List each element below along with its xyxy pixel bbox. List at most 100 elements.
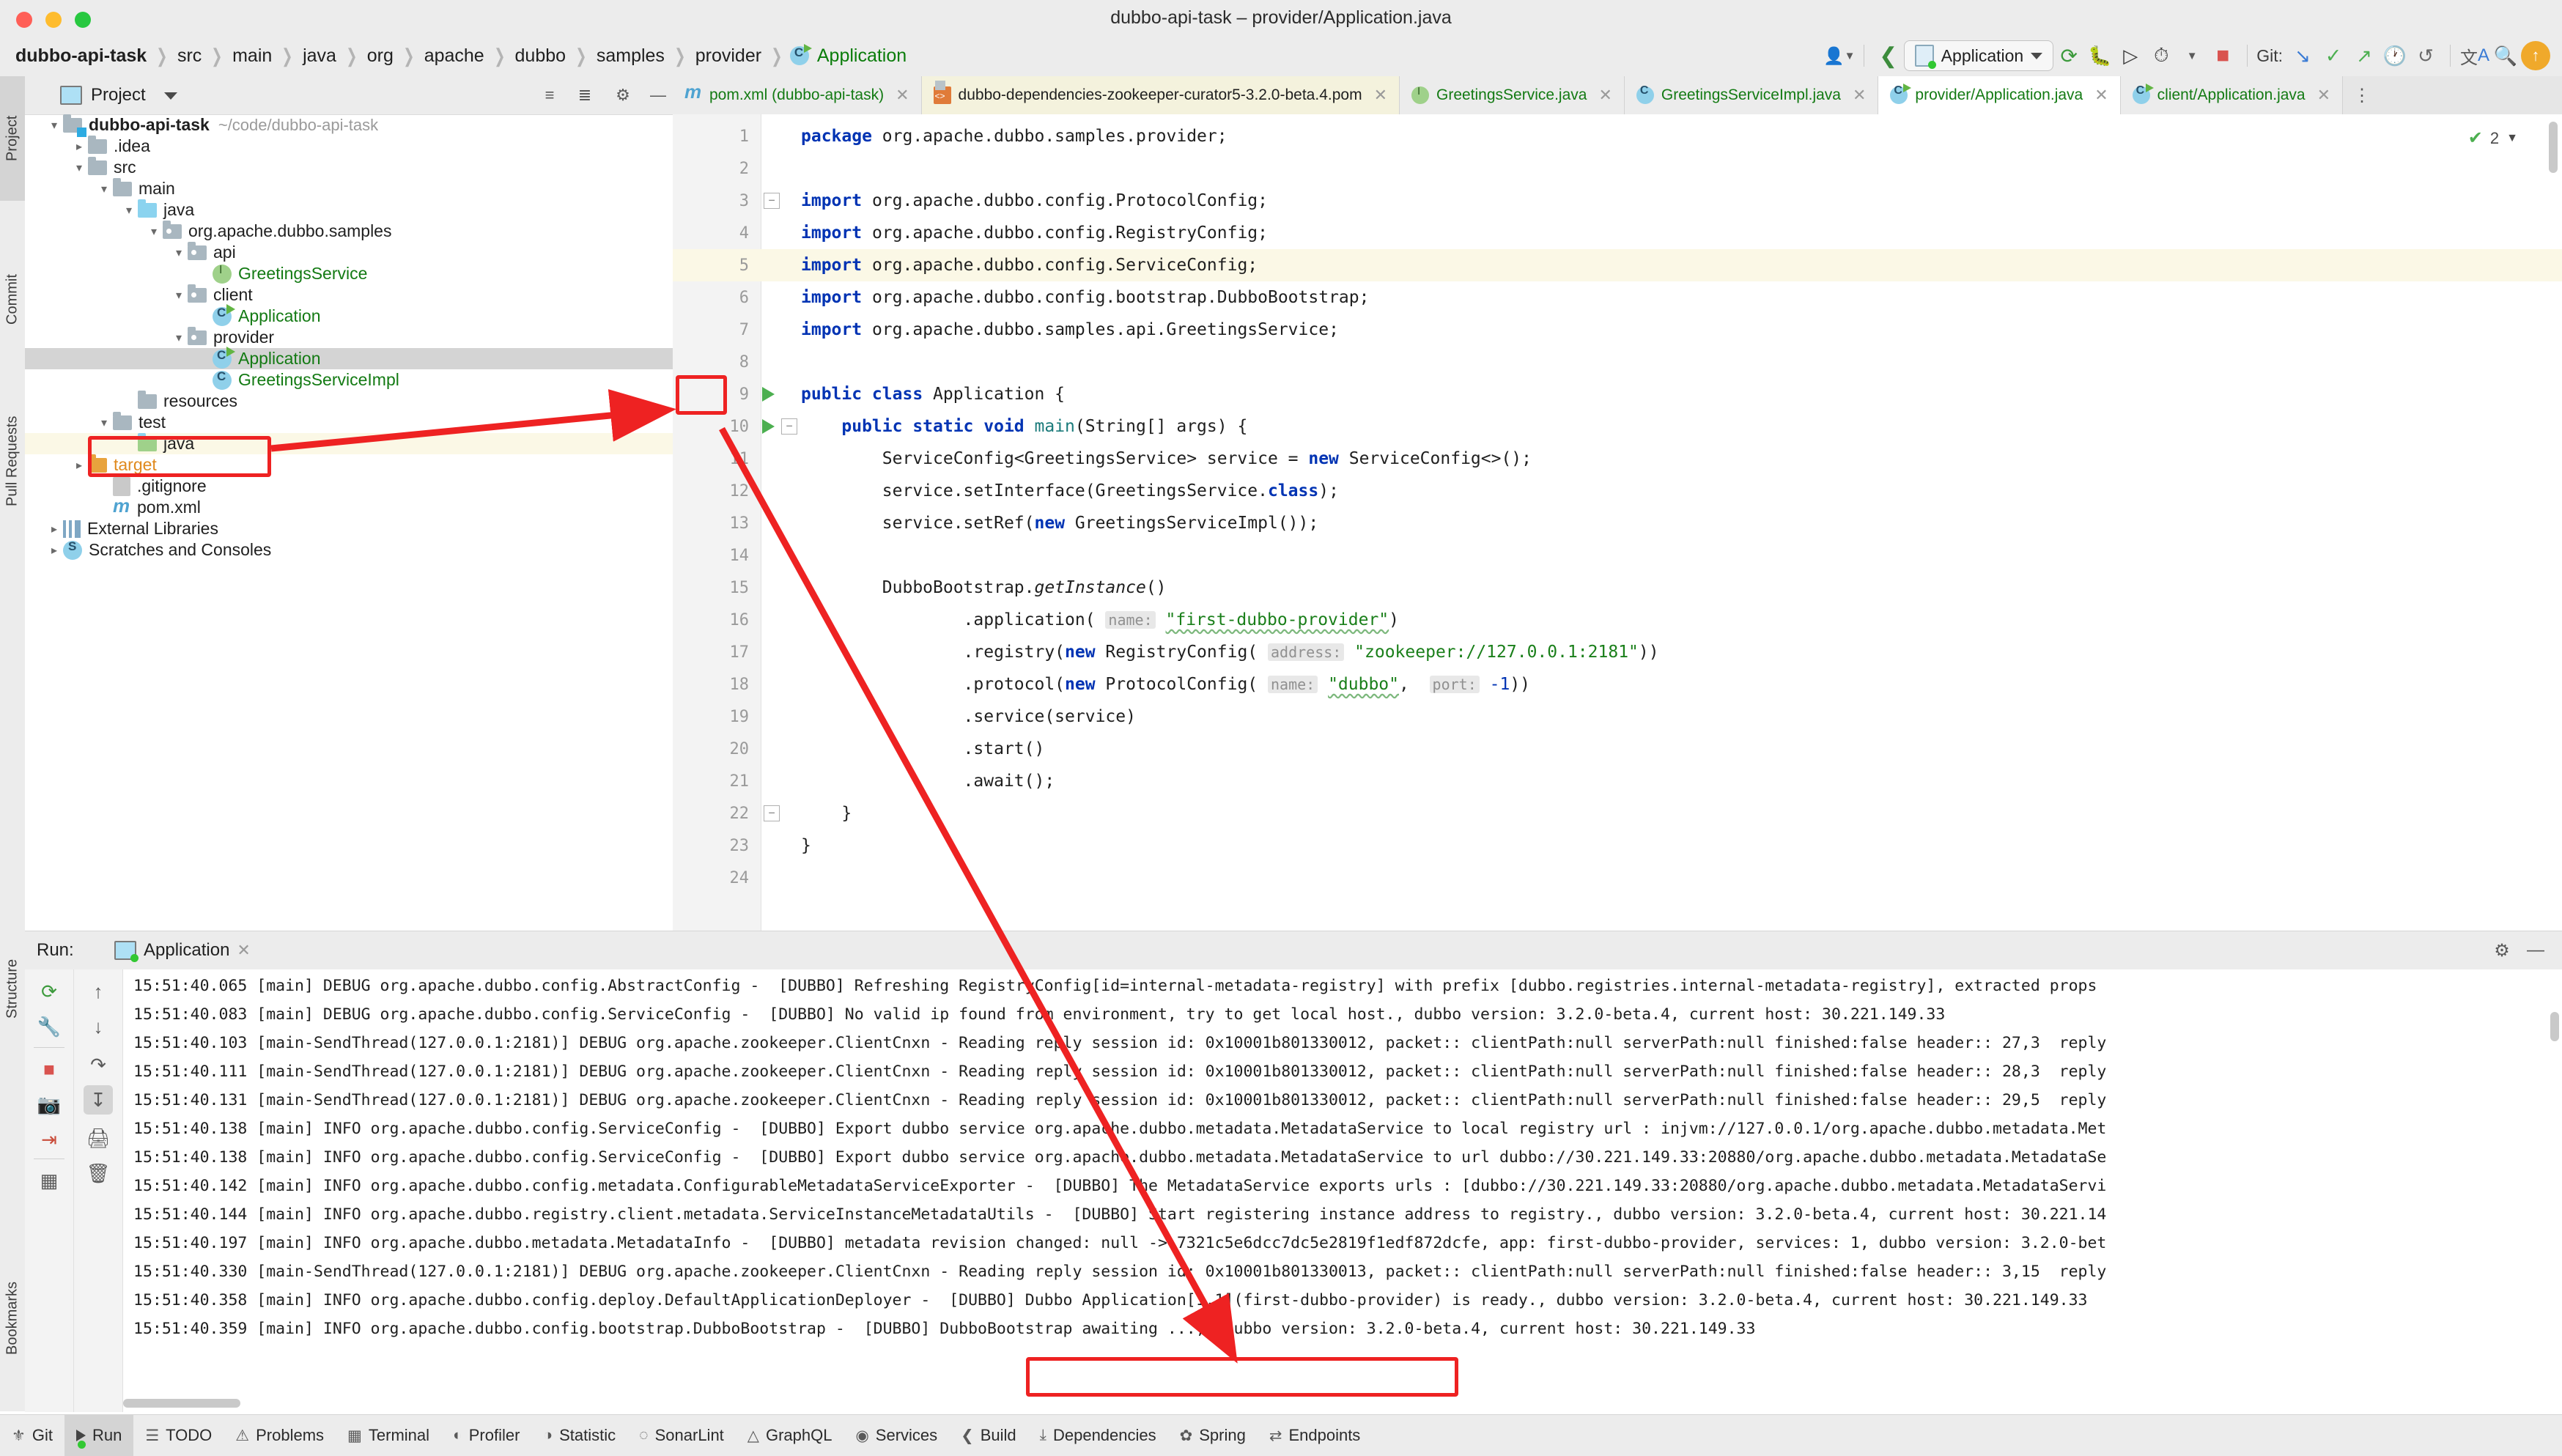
chevron-right-icon[interactable]: ▸ bbox=[70, 139, 88, 154]
status-bar-item-endpoints[interactable]: ⇄ Endpoints bbox=[1258, 1415, 1372, 1456]
editor-tab-provider-application[interactable]: provider/Application.java ✕ bbox=[1878, 76, 2120, 114]
breadcrumb-item-apache[interactable]: apache bbox=[422, 45, 487, 67]
screenshot-icon[interactable]: 📷 bbox=[34, 1090, 64, 1119]
tree-row-package-root[interactable]: ▾ org.apache.dubbo.samples bbox=[25, 221, 673, 242]
tree-row-provider[interactable]: ▾ provider bbox=[25, 327, 673, 348]
rail-item-commit[interactable]: Commit bbox=[0, 234, 25, 366]
status-bar-item-spring[interactable]: ✿ Spring bbox=[1168, 1415, 1258, 1456]
chevron-down-icon[interactable] bbox=[164, 92, 177, 100]
breadcrumb[interactable]: dubbo-api-task ❯ src ❯ main ❯ java ❯ org… bbox=[13, 35, 909, 76]
push-icon[interactable]: ↗ bbox=[2349, 40, 2380, 71]
run-with-coverage-icon[interactable]: ▷ bbox=[2115, 40, 2146, 71]
rail-item-structure[interactable]: Structure bbox=[0, 912, 25, 1065]
tree-row-greetings-service[interactable]: ▸ GreetingsService bbox=[25, 263, 673, 284]
run-icon[interactable]: ⟳ bbox=[2053, 40, 2084, 71]
close-icon[interactable]: ✕ bbox=[2094, 86, 2108, 105]
more-tabs-icon[interactable]: ⋮ bbox=[2343, 76, 2381, 114]
breadcrumb-item-samples[interactable]: samples bbox=[594, 45, 667, 67]
run-tab-application[interactable]: Application ✕ bbox=[104, 931, 261, 972]
collapse-all-icon[interactable]: ≡ bbox=[538, 84, 561, 107]
tree-row-resources[interactable]: ▸ resources bbox=[25, 391, 673, 412]
status-bar-item-sonarlint[interactable]: ◌ SonarLint bbox=[627, 1415, 736, 1456]
tree-row-main[interactable]: ▾ main bbox=[25, 178, 673, 199]
status-bar-item-run[interactable]: Run bbox=[64, 1415, 133, 1456]
chevron-down-icon[interactable]: ▼ bbox=[2177, 40, 2207, 71]
breadcrumb-item-dubbo[interactable]: dubbo bbox=[513, 45, 569, 67]
print-icon[interactable]: 🖨 bbox=[84, 1123, 113, 1153]
close-icon[interactable]: ✕ bbox=[1598, 86, 1612, 105]
soft-wrap-icon[interactable]: ↷ bbox=[84, 1050, 113, 1079]
commit-icon[interactable]: ✓ bbox=[2318, 40, 2349, 71]
chevron-down-icon[interactable]: ▾ bbox=[120, 203, 138, 218]
editor-tab-bar[interactable]: pom.xml (dubbo-api-task) ✕ dubbo-depende… bbox=[673, 76, 2562, 115]
rail-item-project[interactable]: Project bbox=[0, 76, 25, 201]
rerun-icon[interactable]: ⟳ bbox=[34, 977, 64, 1006]
hide-panel-icon[interactable]: — bbox=[2524, 939, 2547, 962]
editor-tab-greetings-service[interactable]: GreetingsService.java ✕ bbox=[1400, 76, 1625, 114]
tree-row-java[interactable]: ▾ java bbox=[25, 199, 673, 221]
debug-icon[interactable]: 🐛 bbox=[2084, 40, 2115, 71]
breadcrumb-item-src[interactable]: src bbox=[175, 45, 204, 67]
expand-all-icon[interactable]: ≣ bbox=[573, 84, 597, 107]
code-editor[interactable]: ✔ 2 ▼ 1 package org.apache.dubbo.samples… bbox=[673, 114, 2562, 931]
status-bar-item-graphql[interactable]: △ GraphQL bbox=[736, 1415, 844, 1456]
chevron-right-icon[interactable]: ▸ bbox=[70, 458, 88, 473]
close-icon[interactable]: ✕ bbox=[896, 86, 909, 105]
tree-row-pom-xml[interactable]: ▸ pom.xml bbox=[25, 497, 673, 518]
status-bar-item-statistic[interactable]: ◑ Statistic bbox=[531, 1415, 627, 1456]
stop-icon[interactable]: ■ bbox=[2207, 40, 2238, 71]
chevron-down-icon[interactable]: ▾ bbox=[170, 245, 188, 260]
tree-row-client-application[interactable]: ▸ Application bbox=[25, 306, 673, 327]
project-tree[interactable]: ▾ dubbo-api-task ~/code/dubbo-api-task ▸… bbox=[25, 114, 673, 561]
chevron-down-icon[interactable]: ▾ bbox=[170, 288, 188, 303]
console-horizontal-scrollbar[interactable] bbox=[123, 1399, 240, 1408]
settings-icon[interactable]: ⚙ bbox=[611, 84, 635, 107]
status-bar-item-todo[interactable]: ☰ TODO bbox=[133, 1415, 224, 1456]
status-bar-item-build[interactable]: ❮ Build bbox=[949, 1415, 1028, 1456]
scroll-to-end-icon[interactable]: ↧ bbox=[84, 1085, 113, 1115]
rollback-icon[interactable]: ↺ bbox=[2410, 40, 2441, 71]
run-toolbar-left[interactable]: ⟳ 🔧 ■ 📷 ⇥ ▦ bbox=[25, 969, 74, 1412]
user-avatar-icon[interactable]: 👤▼ bbox=[1824, 40, 1855, 71]
update-project-icon[interactable]: ↘ bbox=[2287, 40, 2318, 71]
breadcrumb-item-main[interactable]: main bbox=[230, 45, 274, 67]
chevron-right-icon[interactable]: ▸ bbox=[45, 522, 63, 536]
status-bar-item-profiler[interactable]: ◐ Profiler bbox=[441, 1415, 531, 1456]
status-bar-item-dependencies[interactable]: ⤓ Dependencies bbox=[1028, 1415, 1168, 1456]
editor-tab-client-application[interactable]: client/Application.java ✕ bbox=[2121, 76, 2343, 114]
breadcrumb-item-project[interactable]: dubbo-api-task bbox=[13, 45, 149, 67]
fold-region-icon[interactable]: − bbox=[764, 805, 780, 821]
layout-icon[interactable]: ▦ bbox=[34, 1166, 64, 1195]
tree-row-dubbo-api-task[interactable]: ▾ dubbo-api-task ~/code/dubbo-api-task bbox=[25, 114, 673, 136]
editor-tab-pom-xml[interactable]: pom.xml (dubbo-api-task) ✕ bbox=[673, 76, 922, 114]
close-icon[interactable]: ✕ bbox=[1374, 86, 1387, 105]
settings-gear-icon[interactable]: ⚙ bbox=[2490, 939, 2514, 962]
chevron-down-icon[interactable]: ▾ bbox=[95, 182, 113, 196]
status-bar-item-terminal[interactable]: ▦ Terminal bbox=[336, 1415, 441, 1456]
back-arrow-icon[interactable]: ❮ bbox=[1873, 40, 1904, 71]
editor-code-area[interactable]: 1 package org.apache.dubbo.samples.provi… bbox=[673, 114, 2562, 931]
run-console[interactable]: 15:51:40.065 [main] DEBUG org.apache.dub… bbox=[123, 969, 2562, 1412]
chevron-down-icon[interactable]: ▾ bbox=[70, 160, 88, 175]
rail-item-pull-requests[interactable]: Pull Requests bbox=[0, 369, 25, 553]
chevron-down-icon[interactable]: ▾ bbox=[170, 330, 188, 345]
run-method-gutter-icon[interactable] bbox=[762, 419, 775, 434]
scroll-up-icon[interactable]: ↑ bbox=[84, 977, 113, 1006]
fold-region-icon[interactable]: − bbox=[781, 418, 797, 435]
tree-row-greetings-service-impl[interactable]: ▸ GreetingsServiceImpl bbox=[25, 369, 673, 391]
rail-item-bookmarks[interactable]: Bookmarks bbox=[0, 1234, 25, 1403]
close-icon[interactable]: ✕ bbox=[1853, 86, 1866, 105]
tree-row-test[interactable]: ▾ test bbox=[25, 412, 673, 433]
run-toolbar-right[interactable]: ↑ ↓ ↷ ↧ 🖨 🗑 bbox=[74, 969, 123, 1412]
chevron-right-icon[interactable]: ▸ bbox=[45, 543, 63, 558]
breadcrumb-item-provider[interactable]: provider bbox=[693, 45, 764, 67]
status-bar-item-git[interactable]: ⚜ Git bbox=[0, 1415, 64, 1456]
tree-row-src[interactable]: ▾ src bbox=[25, 157, 673, 178]
run-configuration-selector[interactable]: Application bbox=[1904, 40, 2054, 71]
chevron-down-icon[interactable]: ▾ bbox=[145, 224, 163, 239]
tree-row-test-java[interactable]: ▸ java bbox=[25, 433, 673, 454]
settings-wrench-icon[interactable]: 🔧 bbox=[34, 1012, 64, 1041]
console-vertical-scrollbar[interactable] bbox=[2550, 1012, 2559, 1041]
search-everywhere-icon[interactable]: 🔍 bbox=[2490, 40, 2521, 71]
tree-row-external-libraries[interactable]: ▸ External Libraries bbox=[25, 518, 673, 539]
